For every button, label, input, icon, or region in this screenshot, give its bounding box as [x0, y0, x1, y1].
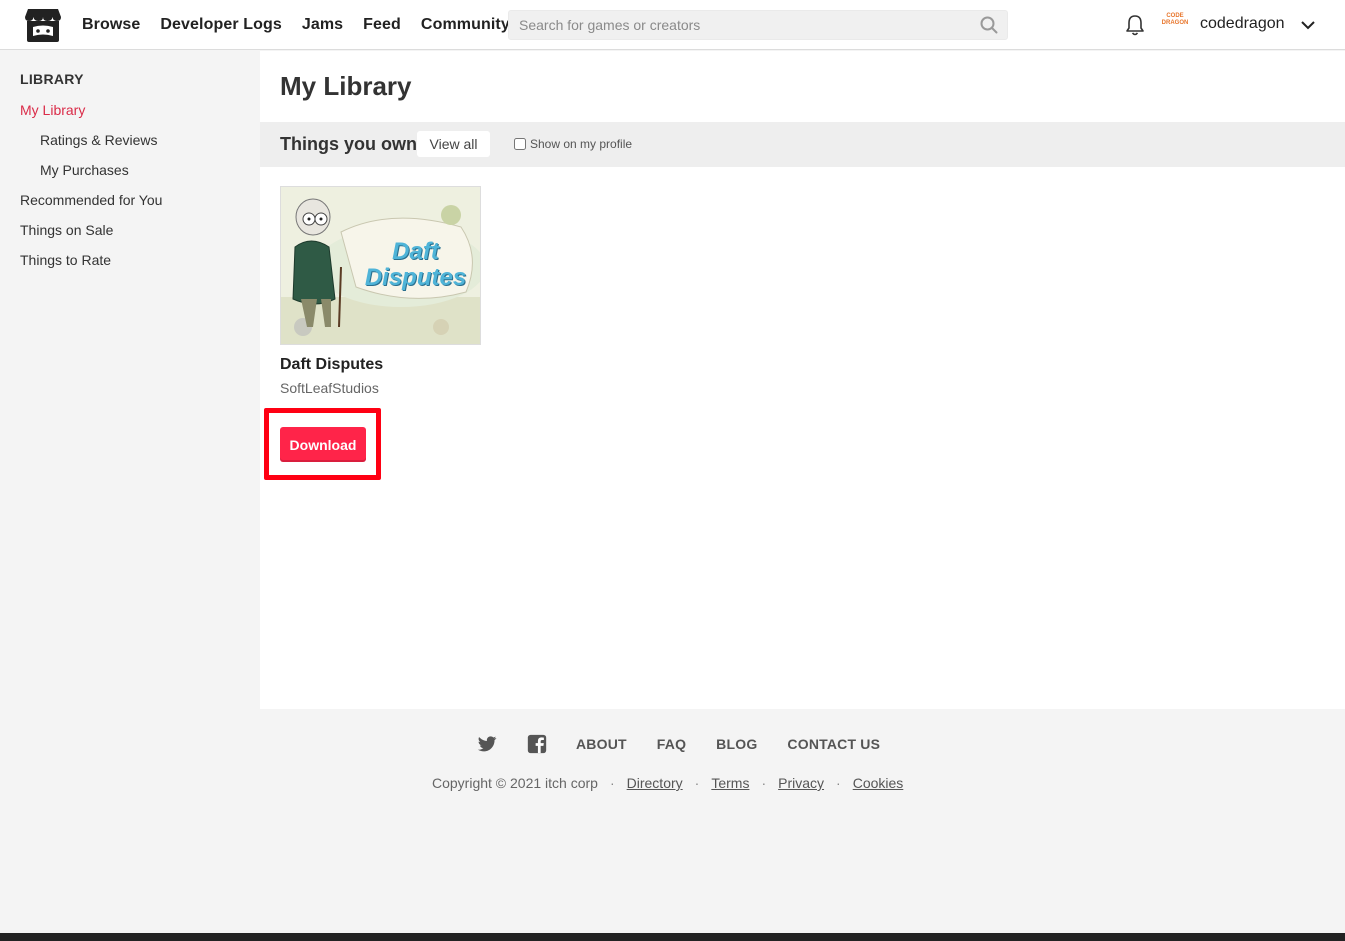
top-header: Browse Developer Logs Jams Feed Communit… [0, 0, 1345, 50]
show-on-profile-checkbox[interactable] [514, 138, 526, 150]
nav-feed[interactable]: Feed [363, 16, 401, 34]
page-title: My Library [280, 71, 412, 101]
bottom-bar [0, 933, 1345, 941]
footer-terms-link[interactable]: Terms [711, 775, 749, 791]
footer-links: ABOUT FAQ BLOG CONTACT US [476, 731, 910, 757]
download-button[interactable]: Download [280, 427, 366, 462]
separator: · [836, 775, 841, 791]
username[interactable]: codedragon [1200, 15, 1285, 33]
nav-jams[interactable]: Jams [302, 16, 343, 34]
sidebar-item-recommended[interactable]: Recommended for You [20, 192, 162, 208]
sidebar-item-my-library[interactable]: My Library [20, 102, 85, 118]
sidebar-item-to-rate[interactable]: Things to Rate [20, 252, 111, 268]
chevron-down-icon[interactable] [1299, 16, 1317, 34]
sidebar: LIBRARY My Library Ratings & Reviews My … [0, 51, 260, 941]
footer-cookies-link[interactable]: Cookies [853, 775, 904, 791]
footer-directory-link[interactable]: Directory [627, 775, 683, 791]
separator: · [609, 775, 615, 791]
footer-about-link[interactable]: ABOUT [576, 736, 627, 752]
footer-copyright: Copyright © 2021 itch corp · Directory ·… [432, 775, 903, 791]
sidebar-item-on-sale[interactable]: Things on Sale [20, 222, 113, 238]
nav-developer-logs[interactable]: Developer Logs [160, 16, 281, 34]
section-header: Things you own View all Show on my profi… [260, 122, 1345, 167]
nav-browse[interactable]: Browse [82, 16, 140, 34]
footer-faq-link[interactable]: FAQ [657, 736, 686, 752]
show-on-profile-label: Show on my profile [530, 137, 633, 151]
main-content: My Library Things you own View all Show … [260, 51, 1345, 709]
search-box [508, 10, 1008, 40]
search-icon[interactable] [980, 16, 998, 34]
game-thumbnail[interactable]: Daft Disputes [280, 186, 481, 345]
footer-privacy-link[interactable]: Privacy [778, 775, 824, 791]
separator: · [694, 775, 700, 791]
itchio-logo-icon[interactable] [24, 7, 62, 43]
facebook-icon[interactable] [526, 733, 548, 755]
search-input[interactable] [509, 11, 974, 39]
sidebar-item-ratings-reviews[interactable]: Ratings & Reviews [40, 132, 158, 148]
nav-community[interactable]: Community [421, 16, 510, 34]
sidebar-title: LIBRARY [20, 71, 84, 87]
footer-blog-link[interactable]: BLOG [716, 736, 757, 752]
game-cover-title: Daft Disputes [364, 238, 467, 291]
footer-contact-link[interactable]: CONTACT US [787, 736, 880, 752]
separator: · [761, 775, 767, 791]
game-title[interactable]: Daft Disputes [280, 356, 383, 374]
section-title: Things you own [280, 134, 417, 154]
avatar[interactable]: CODE DRAGON [1161, 13, 1189, 35]
main-nav: Browse Developer Logs Jams Feed Communit… [82, 0, 510, 50]
bell-icon[interactable] [1124, 13, 1146, 37]
twitter-icon[interactable] [476, 733, 498, 755]
sidebar-item-my-purchases[interactable]: My Purchases [40, 162, 129, 178]
view-all-button[interactable]: View all [417, 131, 490, 157]
copyright-text: Copyright © 2021 itch corp [432, 775, 598, 791]
game-author[interactable]: SoftLeafStudios [280, 380, 379, 396]
show-on-profile-toggle[interactable]: Show on my profile [514, 137, 632, 151]
